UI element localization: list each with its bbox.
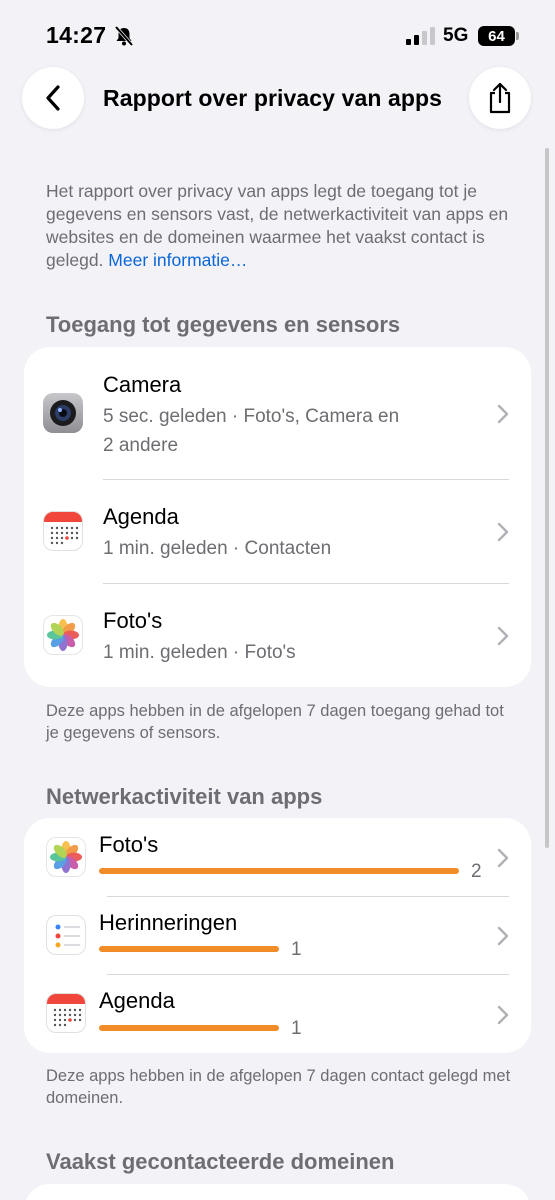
domains-card (24, 1184, 531, 1200)
network-row-photos[interactable]: Foto's 2 (24, 818, 531, 896)
signal-icon (406, 27, 435, 45)
network-title-photos: Foto's (99, 832, 159, 857)
chevron-right-icon (497, 626, 509, 646)
access-title-camera: Camera (103, 372, 182, 397)
access-row-photos[interactable]: Foto's 1 min. geleden · Foto's (24, 584, 531, 687)
access-row-agenda[interactable]: Agenda 1 min. geleden · Contacten (24, 480, 531, 584)
share-icon (489, 82, 511, 114)
calendar-icon (43, 511, 83, 551)
network-type: 5G (443, 25, 469, 46)
page-title: Rapport over privacy van apps (103, 85, 443, 111)
scrollbar[interactable] (545, 148, 549, 848)
activity-count: 1 (291, 1018, 302, 1039)
access-card: Camera 5 sec. geleden · Foto's, Camera e… (24, 347, 531, 687)
network-row-agenda[interactable]: Agenda 1 (24, 975, 531, 1053)
chevron-left-icon (46, 85, 60, 111)
calendar-icon (46, 993, 86, 1033)
section-header-domains: Vaakst gecontacteerde domeinen (46, 1149, 395, 1174)
status-bar: 14:27 5G 64 (0, 0, 555, 70)
activity-bar (99, 868, 459, 874)
chevron-right-icon (497, 404, 509, 424)
battery-cap (516, 32, 519, 40)
photos-icon (43, 615, 83, 655)
access-sub-photos: 1 min. geleden · Foto's (103, 642, 296, 663)
more-info-link[interactable]: Meer informatie… (108, 250, 247, 270)
section-header-network: Netwerkactiviteit van apps (46, 784, 323, 809)
chevron-right-icon (497, 926, 509, 946)
network-title-reminders: Herinneringen (99, 910, 238, 935)
activity-count: 2 (471, 861, 482, 882)
access-sub-camera-2: 2 andere (103, 435, 179, 456)
status-time: 14:27 (46, 22, 107, 48)
bell-slash-icon (114, 25, 134, 47)
activity-count: 1 (291, 939, 302, 960)
network-title-agenda: Agenda (99, 988, 175, 1013)
share-button[interactable] (469, 67, 531, 129)
activity-bar (99, 1025, 279, 1031)
network-card: Foto's 2 Herinneringen 1 Agenda 1 (24, 818, 531, 1053)
access-sub-agenda: 1 min. geleden · Contacten (103, 538, 332, 559)
chevron-right-icon (497, 1005, 509, 1025)
intro-text: Het rapport over privacy van apps legt d… (46, 180, 516, 272)
photos-icon (46, 837, 86, 877)
battery-level: 64 (488, 27, 505, 45)
access-title-agenda: Agenda (103, 504, 179, 529)
chevron-right-icon (497, 848, 509, 868)
access-footer: Deze apps hebben in de afgelopen 7 dagen… (46, 702, 504, 742)
chevron-right-icon (497, 522, 509, 542)
section-header-access: Toegang tot gegevens en sensors (46, 312, 401, 337)
network-row-reminders[interactable]: Herinneringen 1 (24, 897, 531, 974)
access-row-camera[interactable]: Camera 5 sec. geleden · Foto's, Camera e… (24, 347, 531, 479)
access-sub-camera-1: 5 sec. geleden · Foto's, Camera en (103, 406, 400, 427)
camera-icon (43, 393, 83, 433)
activity-bar (99, 946, 279, 952)
network-footer: Deze apps hebben in de afgelopen 7 dagen… (46, 1067, 511, 1107)
back-button[interactable] (22, 67, 84, 129)
access-title-photos: Foto's (103, 608, 163, 633)
reminders-icon (46, 915, 86, 955)
battery-icon: 64 (478, 26, 515, 46)
